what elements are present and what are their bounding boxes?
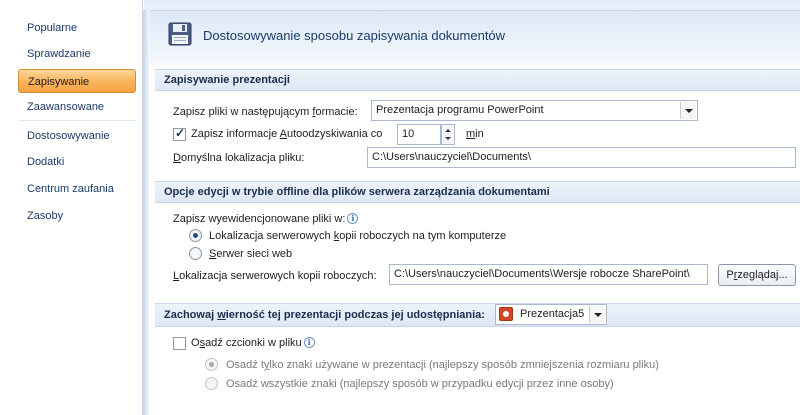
minutes-spinner[interactable] [441, 124, 455, 145]
minutes-unit-label: min [466, 128, 484, 140]
radio-embed-used-chars[interactable] [205, 358, 218, 371]
sidebar-item-zapisywanie[interactable]: Zapisywanie [18, 69, 136, 93]
radio-local-drafts-label: Lokalizacja serwerowych kopii roboczych … [209, 230, 507, 242]
radio-web-server-label: Serwer sieci web [209, 248, 293, 260]
radio-embed-used-chars-label: Osadź tylko znaki używane w prezentacji … [226, 359, 659, 371]
sidebar-item-label: Dostosowywanie [27, 130, 110, 142]
format-select[interactable]: Prezentacja programu PowerPoint [371, 100, 698, 121]
chevron-down-icon[interactable] [589, 306, 605, 323]
radio-dot [209, 362, 214, 367]
sidebar-item-label: Popularne [27, 22, 78, 34]
sidebar-divider [18, 120, 136, 121]
sidebar-item-label: Zapisywanie [28, 76, 90, 88]
radio-embed-all-chars[interactable] [205, 377, 218, 390]
autorecover-minutes-input[interactable]: 10 [397, 124, 441, 145]
radio-dot [193, 233, 198, 238]
sidebar-item-label: Zasoby [27, 210, 64, 222]
radio-web-server[interactable] [189, 247, 202, 260]
sidebar-item-zaawansowane[interactable]: Zaawansowane [18, 95, 136, 119]
checked-out-label: Zapisz wyewidencjonowane pliki w: i [173, 213, 359, 225]
spin-down-icon[interactable] [445, 137, 451, 140]
floppy-disk-icon [168, 22, 192, 46]
info-icon: i [303, 337, 315, 348]
format-label: Zapisz pliki w następującym formacie: [173, 106, 358, 118]
sidebar-item-dodatki[interactable]: Dodatki [18, 150, 136, 174]
sidebar-item-dostosowywanie[interactable]: Dostosowywanie [18, 124, 136, 148]
format-select-value: Prezentacja programu PowerPoint [376, 104, 544, 116]
sidebar-item-centrum-zaufania[interactable]: Centrum zaufania [18, 177, 136, 201]
checkmark-icon: ✓ [175, 126, 186, 140]
info-icon: i [347, 213, 359, 224]
drafts-location-input[interactable]: C:\Users\nauczyciel\Documents\Wersje rob… [389, 264, 708, 285]
autorecover-label: Zapisz informacje Autoodzyskiwania co [191, 128, 383, 140]
panel-edge [143, 10, 149, 415]
embed-fonts-checkbox[interactable] [173, 337, 186, 350]
sidebar-item-label: Sprawdzanie [27, 48, 91, 60]
autorecover-checkbox[interactable]: ✓ [173, 126, 186, 141]
radio-embed-all-chars-label: Osadź wszystkie znaki (najlepszy sposób … [226, 378, 614, 390]
embed-fonts-label: Osadź czcionki w pliku i [191, 337, 315, 349]
spin-up-icon[interactable] [445, 129, 451, 132]
sidebar-item-label: Dodatki [27, 156, 65, 168]
sidebar-item-label: Centrum zaufania [27, 183, 114, 195]
options-window: Popularne Sprawdzanie Zapisywanie Zaawan… [0, 0, 800, 415]
chevron-down-icon[interactable] [680, 102, 696, 119]
default-location-input[interactable]: C:\Users\nauczyciel\Documents\ [367, 147, 796, 168]
browse-button[interactable]: Przeglądaj... [718, 264, 796, 286]
powerpoint-file-icon [499, 307, 513, 321]
page-title: Dostosowywanie sposobu zapisywania dokum… [203, 28, 506, 43]
sidebar-item-label: Zaawansowane [27, 101, 105, 113]
sidebar-item-popularne[interactable]: Popularne [18, 16, 136, 40]
section-header-offline: Opcje edycji w trybie offline dla plików… [155, 181, 800, 203]
radio-local-drafts[interactable] [189, 229, 202, 242]
sidebar: Popularne Sprawdzanie Zapisywanie Zaawan… [0, 0, 143, 415]
sidebar-item-sprawdzanie[interactable]: Sprawdzanie [18, 42, 136, 66]
drafts-location-label: Lokalizacja serwerowych kopii roboczych: [173, 270, 377, 282]
sidebar-item-zasoby[interactable]: Zasoby [18, 204, 136, 228]
presentation-select-value: Prezentacja5 [520, 308, 585, 320]
default-location-label: Domyślna lokalizacja pliku: [173, 152, 305, 164]
section-header-fidelity: Zachowaj wierność tej prezentacji podcza… [155, 303, 800, 327]
section-header-save: Zapisywanie prezentacji [155, 69, 800, 91]
